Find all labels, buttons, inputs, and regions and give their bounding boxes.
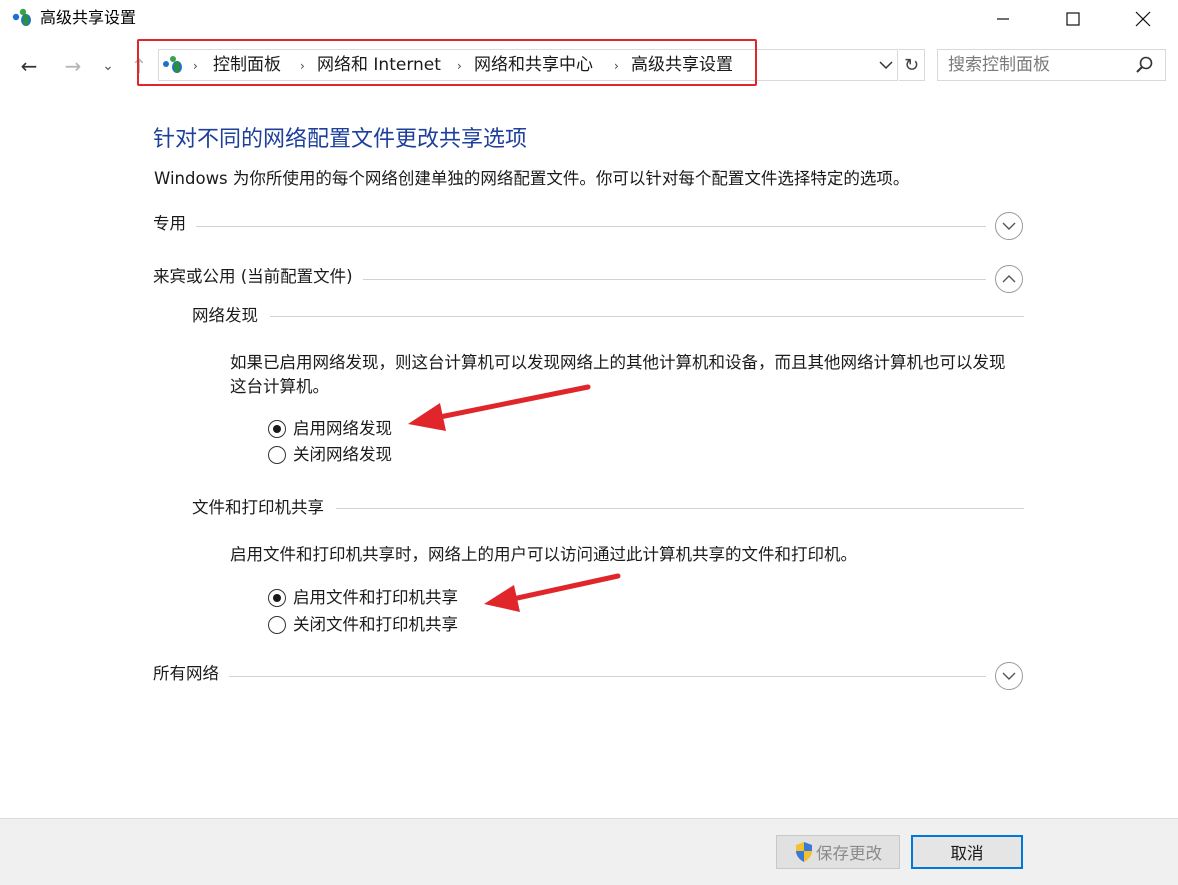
minimize-icon (997, 18, 1009, 20)
radio-label: 启用网络发现 (293, 419, 392, 438)
profile-guest-public-label[interactable]: 来宾或公用 (当前配置文件) (153, 266, 363, 288)
radio-button[interactable] (268, 446, 286, 464)
uac-shield-icon (796, 842, 812, 862)
close-button[interactable] (1120, 0, 1166, 38)
close-icon (1135, 11, 1151, 27)
expand-all-networks-button[interactable] (995, 662, 1023, 690)
chevron-down-icon: ⌄ (102, 58, 114, 74)
cancel-button[interactable]: 取消 (911, 835, 1023, 869)
annotation-highlight-box (137, 39, 757, 86)
radio-button[interactable] (268, 616, 286, 634)
radio-enable-file-printer-sharing[interactable]: 启用文件和打印机共享 (268, 586, 458, 610)
section-divider (200, 316, 1024, 317)
refresh-button[interactable]: ↻ (899, 49, 925, 81)
section-divider (160, 676, 986, 677)
radio-label: 关闭网络发现 (293, 445, 392, 464)
network-app-icon (12, 8, 34, 28)
page-description: Windows 为你所使用的每个网络创建单独的网络配置文件。你可以针对每个配置文… (154, 169, 910, 188)
network-discovery-heading: 网络发现 (192, 305, 270, 327)
recent-locations-button[interactable]: ⌄ (100, 52, 116, 80)
radio-disable-network-discovery[interactable]: 关闭网络发现 (268, 443, 392, 467)
file-printer-sharing-description: 启用文件和打印机共享时，网络上的用户可以访问通过此计算机共享的文件和打印机。 (230, 545, 857, 564)
file-printer-sharing-heading: 文件和打印机共享 (192, 497, 336, 519)
refresh-icon: ↻ (903, 54, 920, 76)
address-dropdown-button[interactable] (875, 52, 897, 78)
chevron-down-icon (879, 61, 893, 70)
chevron-down-icon (1002, 672, 1016, 680)
radio-label: 关闭文件和打印机共享 (293, 615, 458, 634)
expand-private-button[interactable] (995, 212, 1023, 240)
minimize-button[interactable] (980, 0, 1026, 38)
back-arrow-icon: ← (20, 54, 38, 78)
search-placeholder: 搜索控制面板 (948, 55, 1050, 75)
cancel-button-label: 取消 (950, 844, 984, 863)
forward-arrow-icon: → (64, 54, 82, 78)
radio-button-selected[interactable] (268, 420, 286, 438)
save-changes-button[interactable]: 保存更改 (776, 835, 900, 869)
chevron-up-icon (1002, 275, 1016, 283)
radio-label: 启用文件和打印机共享 (293, 588, 458, 607)
radio-enable-network-discovery[interactable]: 启用网络发现 (268, 417, 392, 441)
maximize-button[interactable] (1050, 0, 1096, 38)
forward-button[interactable]: → (60, 52, 86, 80)
chevron-down-icon (1002, 222, 1016, 230)
window-title: 高级共享设置 (40, 8, 137, 27)
network-discovery-description: 如果已启用网络发现，则这台计算机可以发现网络上的其他计算机和设备，而且其他网络计… (230, 353, 1006, 396)
annotation-arrow (408, 384, 591, 431)
collapse-guest-public-button[interactable] (995, 265, 1023, 293)
radio-button-selected[interactable] (268, 589, 286, 607)
maximize-icon (1066, 12, 1080, 26)
profile-all-networks-label[interactable]: 所有网络 (153, 663, 229, 685)
save-button-label: 保存更改 (816, 844, 882, 863)
page-title: 针对不同的网络配置文件更改共享选项 (153, 127, 528, 152)
radio-disable-file-printer-sharing[interactable]: 关闭文件和打印机共享 (268, 613, 458, 637)
annotation-arrow (484, 573, 621, 612)
back-button[interactable]: ← (16, 52, 42, 80)
section-divider (160, 226, 986, 227)
profile-private-label[interactable]: 专用 (153, 213, 196, 235)
search-icon[interactable] (1134, 55, 1154, 75)
